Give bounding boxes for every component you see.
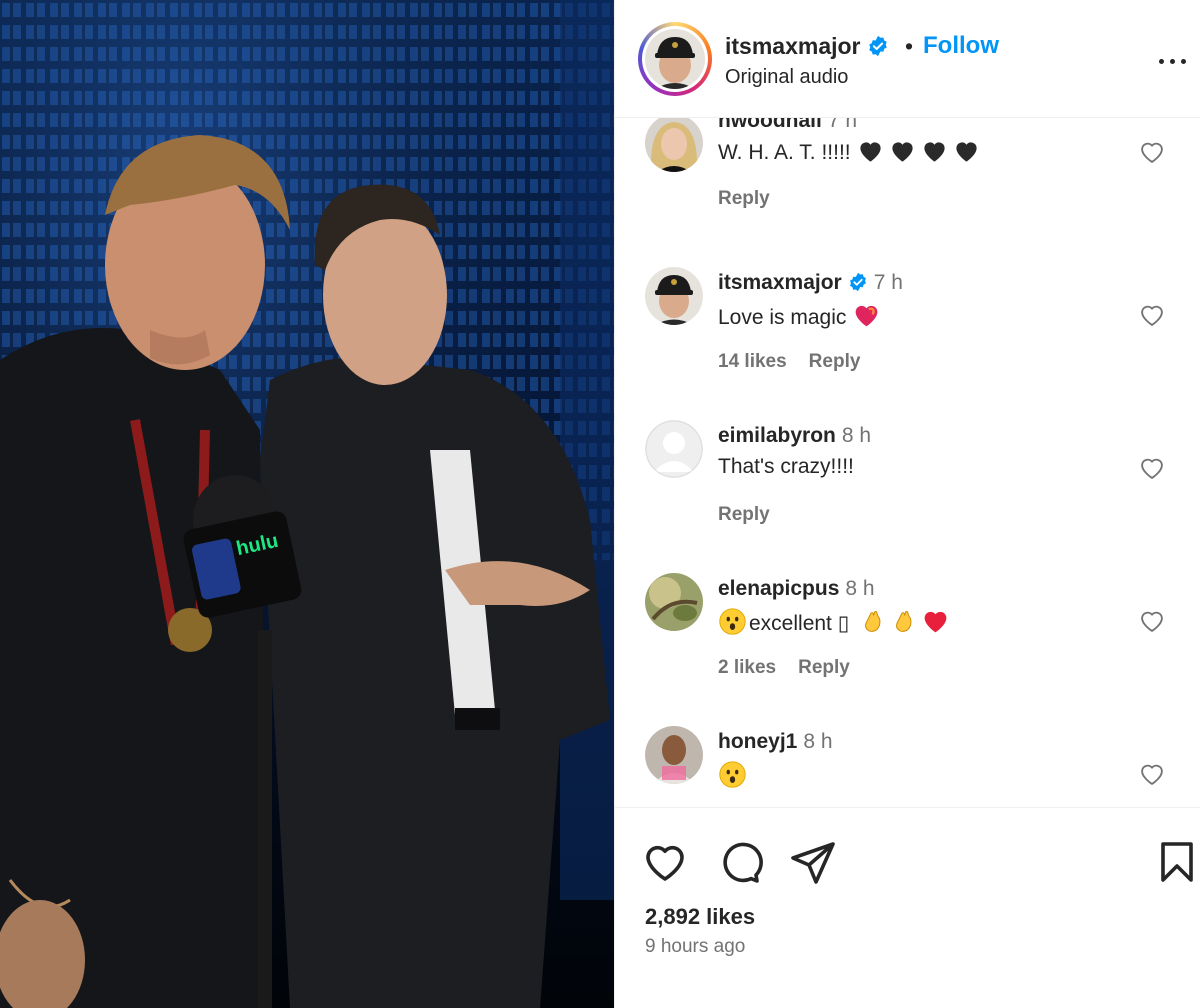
black-heart-icon	[891, 142, 913, 162]
reply-button[interactable]: Reply	[798, 657, 850, 678]
comment-likes-count[interactable]: 14 likes	[718, 351, 787, 372]
likes-count[interactable]: 2,892 likes	[645, 904, 755, 930]
reply-button[interactable]: Reply	[809, 351, 861, 372]
comment-item: eimilabyron 8 h That's crazy!!!! Reply	[615, 410, 1200, 563]
post-header: itsmaxmajor • Follow Original audio	[615, 0, 1200, 118]
comment-item: elenapicpus 8 h excellent ▯ 2 likes Reply	[615, 563, 1200, 716]
comment-time: 7 h	[873, 271, 903, 294]
commenter-avatar[interactable]	[645, 573, 703, 631]
commenter-avatar[interactable]	[645, 118, 703, 172]
post-media[interactable]: hulu	[0, 0, 614, 1008]
comment-meta: Reply	[718, 188, 792, 210]
clapping-hands-icon	[865, 611, 881, 632]
commenter-avatar[interactable]	[645, 726, 703, 784]
black-heart-icon	[955, 142, 977, 162]
author-avatar[interactable]	[638, 22, 712, 96]
comment-time: 8 h	[841, 424, 872, 447]
comment-text: W. H. A. T. !!!!!	[718, 138, 985, 165]
comments-list[interactable]: hwoodhall 7 h W. H. A. T. !!!!! Reply its…	[615, 118, 1200, 808]
comment-time: 7 h	[827, 118, 858, 132]
comment-text: excellent ▯	[718, 607, 955, 636]
post-timestamp[interactable]: 9 hours ago	[645, 936, 745, 958]
comment-text: Love is magic	[718, 301, 886, 330]
comment-meta: 2 likes Reply	[718, 657, 872, 679]
comment-bubble-icon[interactable]	[715, 838, 763, 886]
comment-time: 8 h	[803, 730, 833, 753]
comment-meta: 14 likes Reply	[718, 351, 882, 373]
commenter-avatar[interactable]	[645, 267, 703, 325]
separator-dot: •	[905, 33, 914, 59]
share-send-icon[interactable]	[789, 838, 837, 886]
commenter-avatar-placeholder[interactable]	[645, 420, 703, 478]
black-heart-icon	[923, 142, 945, 162]
black-heart-icon	[859, 142, 881, 162]
author-username[interactable]: itsmaxmajor	[725, 33, 889, 60]
like-heart-icon[interactable]	[641, 838, 689, 886]
comment-time: 8 h	[845, 577, 875, 600]
comment-text: That's crazy!!!!	[718, 455, 854, 478]
comment-like-heart-icon[interactable]	[1137, 760, 1167, 788]
video-frame: hulu	[0, 0, 614, 1008]
commenter-username[interactable]: eimilabyron 8 h	[718, 424, 871, 448]
post-detail-panel: itsmaxmajor • Follow Original audio hwoo…	[614, 0, 1200, 1008]
comment-item: itsmaxmajor 7 h Love is magic 14 likes Rep…	[615, 257, 1200, 410]
comment-item: hwoodhall 7 h W. H. A. T. !!!!! Reply	[615, 118, 1200, 257]
commenter-username[interactable]: itsmaxmajor 7 h	[718, 271, 903, 295]
astonished-face-icon	[719, 761, 746, 788]
save-bookmark-icon[interactable]	[1153, 838, 1200, 886]
more-options-icon[interactable]	[1159, 46, 1189, 76]
reply-button[interactable]: Reply	[718, 504, 770, 525]
comment-like-heart-icon[interactable]	[1137, 607, 1167, 635]
author-username-text[interactable]: itsmaxmajor	[725, 33, 861, 59]
comment-like-heart-icon[interactable]	[1137, 138, 1167, 166]
comment-like-heart-icon[interactable]	[1137, 301, 1167, 329]
verified-badge-icon	[849, 272, 866, 292]
reply-button[interactable]: Reply	[718, 188, 770, 209]
verified-badge-icon	[868, 35, 887, 57]
red-heart-icon	[924, 611, 947, 633]
heart-on-fire-icon	[855, 305, 878, 327]
comment-text	[718, 760, 752, 789]
comment-item: honeyj1 8 h	[615, 716, 1200, 807]
follow-button[interactable]: Follow	[923, 32, 999, 60]
commenter-username[interactable]: hwoodhall 7 h	[718, 118, 857, 133]
post-actions: 2,892 likes 9 hours ago	[615, 808, 1200, 1008]
comment-meta: Reply	[718, 504, 792, 526]
astonished-face-icon	[719, 608, 746, 635]
clapping-hands-icon	[896, 611, 912, 632]
comment-like-heart-icon[interactable]	[1137, 454, 1167, 482]
commenter-username[interactable]: honeyj1 8 h	[718, 730, 833, 754]
commenter-username[interactable]: elenapicpus 8 h	[718, 577, 875, 601]
audio-label[interactable]: Original audio	[725, 66, 848, 89]
comment-likes-count[interactable]: 2 likes	[718, 657, 776, 678]
